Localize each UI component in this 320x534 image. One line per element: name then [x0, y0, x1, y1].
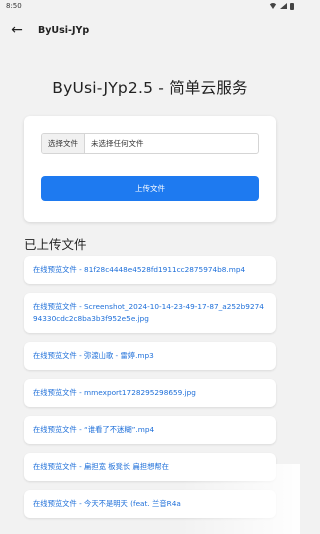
selected-file-name: 未选择任何文件 [91, 139, 144, 148]
file-link-item[interactable]: 在线预览文件 - Screenshot_2024-10-14-23-49-17-… [24, 293, 276, 333]
upload-button[interactable]: 上传文件 [41, 176, 259, 201]
upload-card: 选择文件 未选择任何文件 上传文件 [24, 116, 276, 222]
back-arrow-icon[interactable]: ← [8, 22, 26, 38]
status-bar: 8:50 [0, 0, 300, 12]
uploaded-file-list: 在线预览文件 - 81f28c4448e4528fd1911cc2875974b… [24, 256, 276, 527]
file-link-item[interactable]: 在线预览文件 - “谁看了不迷糊”.mp4 [24, 416, 276, 444]
wifi-icon [269, 3, 277, 9]
app-title: ByUsi-JYp [38, 24, 90, 36]
file-link-item[interactable]: 在线预览文件 - 弥渡山歌 - 雷婷.mp3 [24, 342, 276, 370]
uploaded-files-heading: 已上传文件 [24, 237, 87, 252]
status-icons [269, 2, 294, 10]
file-link-item[interactable]: 在线预览文件 - 今天不是明天 (feat. 兰音R4a [24, 490, 276, 518]
file-input[interactable]: 选择文件 未选择任何文件 [41, 133, 259, 154]
file-link-item[interactable]: 在线预览文件 - 扁担宽 板凳长 扁担想帮在 [24, 453, 276, 481]
file-link-item[interactable]: 在线预览文件 - mmexport1728295298659.jpg [24, 379, 276, 407]
signal-icon [280, 3, 287, 9]
page-title: ByUsi-JYp2.5 - 简单云服务 [52, 79, 248, 97]
status-time: 8:50 [6, 2, 22, 10]
battery-icon [290, 2, 294, 10]
app-bar: ← ByUsi-JYp [0, 12, 300, 48]
choose-file-button[interactable]: 选择文件 [42, 134, 85, 153]
file-link-item[interactable]: 在线预览文件 - 81f28c4448e4528fd1911cc2875974b… [24, 256, 276, 284]
